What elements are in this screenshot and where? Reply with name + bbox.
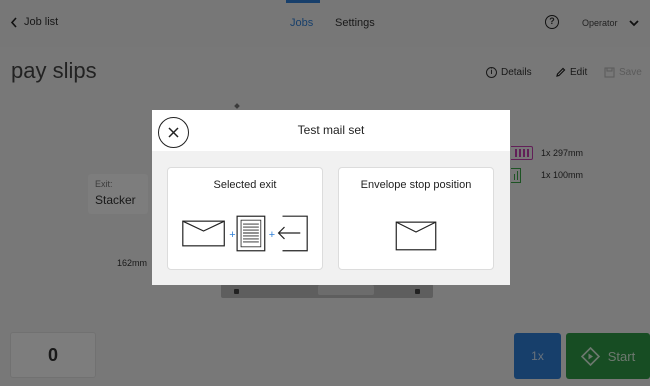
svg-text:+: + bbox=[269, 229, 275, 241]
dialog-header: Test mail set bbox=[152, 110, 510, 151]
envelope-stop-position-option[interactable]: Envelope stop position bbox=[338, 167, 494, 270]
test-mail-set-dialog: Test mail set Selected exit + + Envelope… bbox=[152, 110, 510, 285]
option-label: Selected exit bbox=[213, 179, 277, 191]
dialog-title: Test mail set bbox=[297, 123, 365, 137]
envelope-icon bbox=[395, 221, 437, 251]
close-button[interactable] bbox=[158, 117, 189, 148]
selected-exit-option[interactable]: Selected exit + + bbox=[167, 167, 323, 270]
svg-text:+: + bbox=[229, 229, 235, 241]
envelope-plus-document-plus-exit-icon: + + bbox=[182, 215, 308, 252]
dialog-body: Selected exit + + Envelope stop position bbox=[152, 151, 510, 285]
option-label: Envelope stop position bbox=[360, 179, 472, 191]
close-icon bbox=[168, 127, 179, 138]
